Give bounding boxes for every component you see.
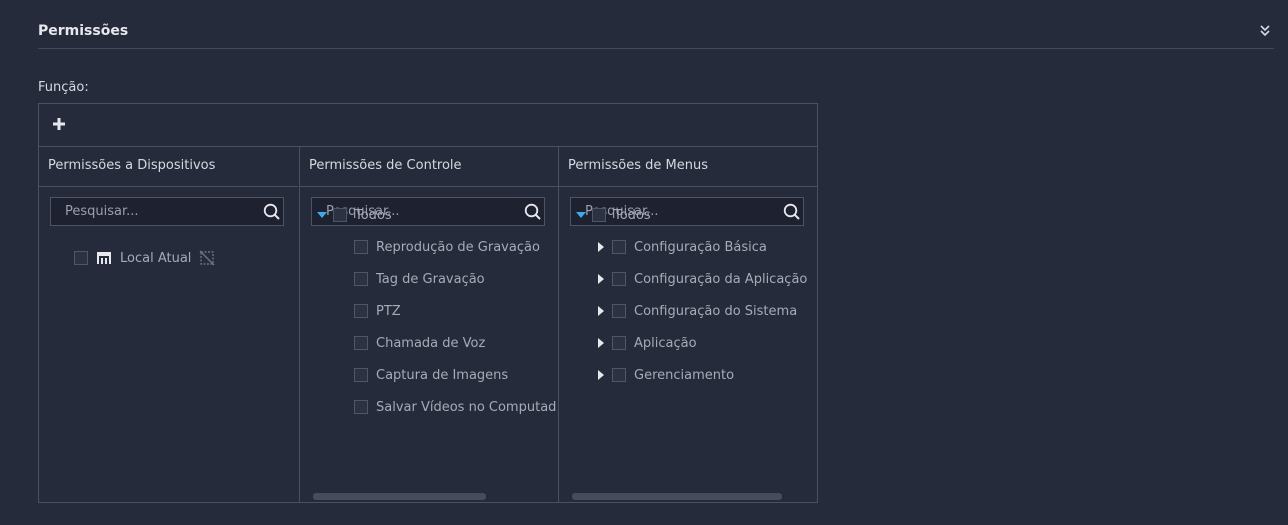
expand-arrow[interactable] (594, 301, 608, 321)
permissions-section-header: Permissões (38, 20, 1274, 49)
caret-right-icon (597, 242, 604, 252)
checkbox[interactable] (354, 272, 368, 286)
horizontal-scrollbar[interactable] (572, 493, 782, 500)
tree-item-label: Reprodução de Gravação (376, 239, 540, 255)
expand-arrow[interactable] (315, 205, 329, 225)
caret-right-icon (597, 274, 604, 284)
tree-item[interactable]: Gerenciamento (594, 365, 734, 385)
menu-permissions-column: Permissões de Menus Todos Configuração B… (558, 147, 818, 502)
expand-arrow[interactable] (574, 205, 588, 225)
tree-item[interactable]: Configuração do Sistema (594, 301, 797, 321)
column-title: Permissões de Menus (568, 158, 709, 173)
checkbox[interactable] (354, 240, 368, 254)
device-icon (97, 252, 111, 264)
tree-item-label: Local Atual (120, 250, 192, 266)
checkbox[interactable] (612, 304, 626, 318)
search-icon[interactable] (263, 203, 281, 221)
tree-item-label: Configuração Básica (634, 239, 767, 255)
tree-item[interactable]: Aplicação (594, 333, 697, 353)
tree-item-label: Captura de Imagens (376, 367, 509, 383)
checkbox[interactable] (354, 304, 368, 318)
offline-icon (199, 250, 215, 266)
tree-item[interactable]: Tag de Gravação (354, 269, 485, 289)
tree-item-local-atual[interactable]: Local Atual (74, 248, 215, 268)
column-header: Permissões de Menus (559, 147, 818, 187)
tree-item[interactable]: Configuração da Aplicação (594, 269, 807, 289)
tree-item[interactable]: Configuração Básica (594, 237, 767, 257)
checkbox[interactable] (354, 368, 368, 382)
tree-item[interactable]: Captura de Imagens (354, 365, 508, 385)
column-title: Permissões de Controle (309, 158, 462, 173)
checkbox[interactable] (612, 240, 626, 254)
tree-item-label: Salvar Vídeos no Computad (376, 399, 557, 415)
device-search-input[interactable] (51, 198, 265, 225)
tree-item[interactable]: Reprodução de Gravação (354, 237, 540, 257)
expand-arrow[interactable] (594, 237, 608, 257)
double-chevron-down-icon[interactable] (1260, 25, 1270, 37)
function-label: Função: (38, 80, 89, 95)
expand-arrow[interactable] (594, 365, 608, 385)
tree-item-label: Aplicação (634, 335, 697, 351)
checkbox[interactable] (354, 336, 368, 350)
permissions-panel: Permissões a Dispositivos Local Atual (38, 103, 818, 503)
caret-right-icon (597, 370, 604, 380)
device-permissions-column: Permissões a Dispositivos Local Atual (39, 147, 298, 502)
search-icon[interactable] (524, 203, 542, 221)
tree-item-label: PTZ (376, 303, 401, 319)
checkbox[interactable] (612, 336, 626, 350)
control-permissions-column: Permissões de Controle Todos Reprodução … (299, 147, 558, 502)
column-title: Permissões a Dispositivos (48, 158, 216, 173)
panel-toolbar (39, 104, 817, 147)
tree-item[interactable]: PTZ (354, 301, 401, 321)
expand-arrow[interactable] (594, 269, 608, 289)
tree-item-todos[interactable]: Todos (574, 205, 651, 225)
checkbox[interactable] (354, 400, 368, 414)
tree-item-label: Chamada de Voz (376, 335, 486, 351)
tree-item-label: Gerenciamento (634, 367, 735, 383)
tree-item[interactable]: Salvar Vídeos no Computad (354, 397, 556, 417)
checkbox[interactable] (612, 368, 626, 382)
horizontal-scrollbar[interactable] (313, 493, 486, 500)
caret-down-icon (317, 211, 327, 218)
tree-item-label: Configuração da Aplicação (634, 271, 808, 287)
tree-item-label: Todos (355, 207, 392, 223)
checkbox[interactable] (612, 272, 626, 286)
caret-down-icon (576, 211, 586, 218)
column-header: Permissões a Dispositivos (39, 147, 298, 187)
checkbox[interactable] (74, 251, 88, 265)
device-search-box (50, 197, 284, 226)
tree-item-label: Todos (614, 207, 651, 223)
caret-right-icon (597, 306, 604, 316)
tree-item-todos[interactable]: Todos (315, 205, 392, 225)
plus-icon[interactable] (53, 118, 65, 130)
tree-item[interactable]: Chamada de Voz (354, 333, 485, 353)
caret-right-icon (597, 338, 604, 348)
tree-item-label: Tag de Gravação (376, 271, 485, 287)
section-title: Permissões (38, 23, 129, 39)
expand-arrow[interactable] (594, 333, 608, 353)
column-header: Permissões de Controle (300, 147, 558, 187)
tree-item-label: Configuração do Sistema (634, 303, 798, 319)
checkbox[interactable] (592, 208, 606, 222)
checkbox[interactable] (333, 208, 347, 222)
search-icon[interactable] (783, 203, 801, 221)
